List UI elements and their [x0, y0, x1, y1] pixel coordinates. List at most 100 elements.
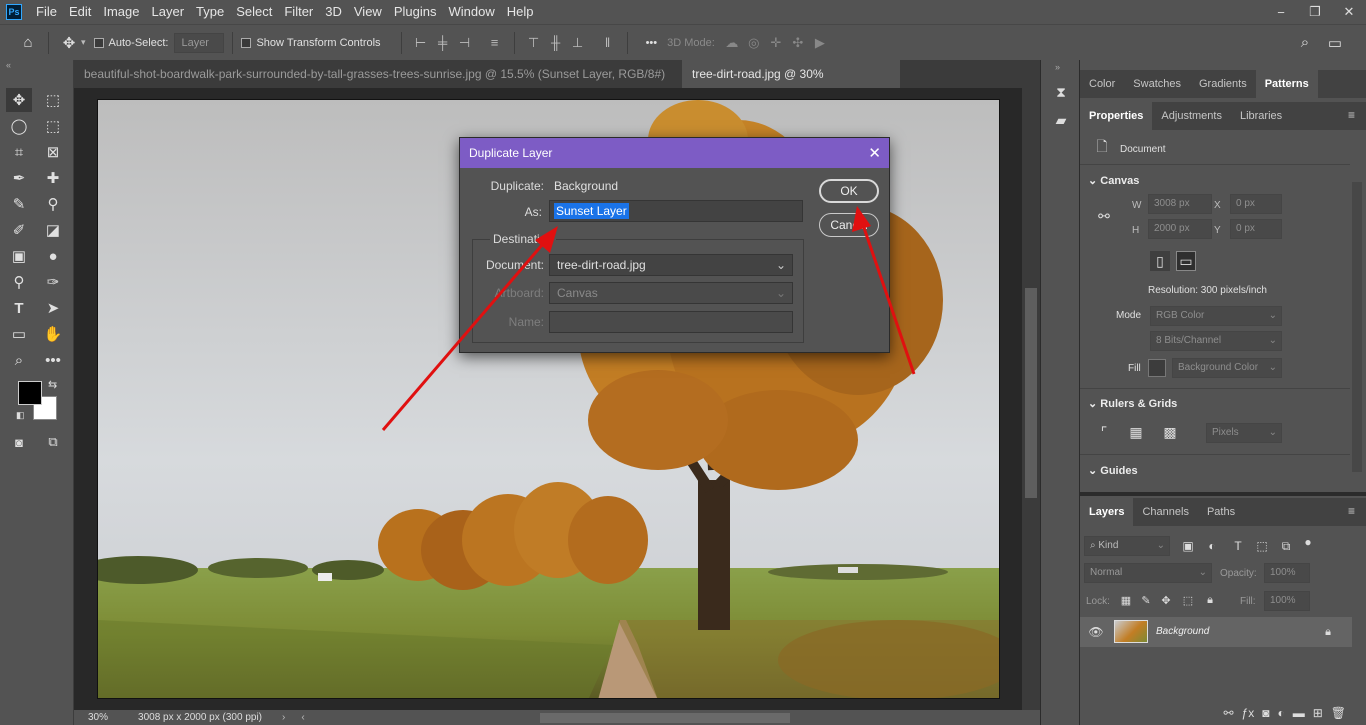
fill-opacity-field[interactable]: 100% [1264, 591, 1310, 611]
tab-boardwalk-document[interactable]: beautiful-shot-boardwalk-park-surrounded… [74, 60, 682, 109]
filter-pixel-icon[interactable]: ▣ [1178, 536, 1198, 556]
tab-color[interactable]: Color [1080, 70, 1124, 98]
distribute-vertical-icon[interactable]: ‖ [597, 32, 619, 54]
width-field[interactable]: 3008 px [1148, 194, 1212, 214]
adjustment-layer-icon[interactable]: ◐ [1277, 706, 1284, 720]
horizontal-scroll-thumb[interactable] [540, 713, 790, 723]
default-colors-icon[interactable]: ◧ [16, 410, 25, 421]
ruler-units-dropdown[interactable]: Pixels ⌄ [1206, 423, 1282, 443]
healing-brush-tool-icon[interactable]: ✚ [40, 166, 66, 190]
tab-libraries[interactable]: Libraries [1231, 102, 1291, 130]
home-icon[interactable]: ⌂ [16, 31, 40, 55]
menu-3d[interactable]: 3D [319, 0, 348, 24]
more-tools-icon[interactable]: ••• [40, 348, 66, 372]
tab-swatches[interactable]: Swatches [1124, 70, 1190, 98]
close-dialog-icon[interactable]: ✕ [868, 144, 881, 162]
landscape-orientation-icon[interactable]: ▭ [1176, 251, 1196, 271]
path-select-tool-icon[interactable]: ➤ [40, 296, 66, 320]
new-layer-icon[interactable]: ⊞ [1313, 706, 1323, 720]
filter-adjustment-icon[interactable]: ◐ [1202, 536, 1222, 556]
lock-all-icon[interactable]: 🔒︎ [1200, 590, 1220, 610]
frame-tool-icon[interactable]: ⊠ [40, 140, 66, 164]
tab-gradients[interactable]: Gradients [1190, 70, 1256, 98]
align-bottom-icon[interactable]: ⊥ [567, 32, 589, 54]
zoom-level[interactable]: 30% [74, 712, 118, 723]
filter-shape-icon[interactable]: ⬚ [1252, 536, 1272, 556]
portrait-orientation-icon[interactable]: ▯ [1150, 251, 1170, 271]
blend-mode-dropdown[interactable]: Normal ⌄ [1084, 563, 1212, 583]
menu-view[interactable]: View [348, 0, 388, 24]
clone-stamp-tool-icon[interactable]: ⚲ [40, 192, 66, 216]
new-group-icon[interactable]: ▬ [1293, 706, 1305, 720]
chevron-left-icon[interactable]: ‹ [285, 712, 304, 723]
move-tool-icon[interactable]: ✥ [6, 88, 32, 112]
swap-colors-icon[interactable]: ⇆ [48, 378, 57, 391]
layer-style-icon[interactable]: ƒx [1242, 706, 1255, 720]
delete-layer-icon[interactable]: 🗑︎ [1331, 706, 1346, 720]
bits-dropdown[interactable]: 8 Bits/Channel ⌄ [1150, 331, 1282, 351]
distribute-icon[interactable]: ≡ [484, 32, 506, 54]
lock-artboard-icon[interactable]: ⬚ [1178, 590, 1198, 610]
chevron-down-icon[interactable]: ▾ [81, 37, 86, 48]
menu-layer[interactable]: Layer [146, 0, 191, 24]
dodge-tool-icon[interactable]: ⚲ [6, 270, 32, 294]
lock-transparent-icon[interactable]: ▦ [1116, 590, 1136, 610]
panel-menu-icon[interactable]: ≡ [1348, 108, 1355, 122]
as-name-input[interactable]: Sunset Layer [549, 200, 803, 222]
history-brush-tool-icon[interactable]: ✐ [6, 218, 32, 242]
layer-name[interactable]: Background [1156, 626, 1209, 637]
lasso-tool-icon[interactable]: ◯ [6, 114, 32, 138]
filter-type-icon[interactable]: T [1228, 536, 1248, 556]
link-layers-icon[interactable]: ⚯ [1223, 706, 1233, 720]
screen-mode-icon[interactable]: ⧉ [40, 430, 66, 454]
zoom-tool-icon[interactable]: ⌕ [6, 348, 32, 372]
canvas-section-header[interactable]: ⌄ Canvas [1088, 174, 1139, 187]
tab-paths[interactable]: Paths [1198, 498, 1244, 526]
rulers-grids-section-header[interactable]: ⌄ Rulers & Grids [1088, 397, 1177, 410]
type-tool-icon[interactable]: T [6, 296, 32, 320]
opacity-field[interactable]: 100% [1264, 563, 1310, 583]
ok-button[interactable]: OK [819, 179, 879, 203]
fill-color-swatch[interactable] [1148, 359, 1166, 377]
eraser-tool-icon[interactable]: ◪ [40, 218, 66, 242]
crop-tool-icon[interactable]: ⌗ [6, 140, 32, 164]
scroll-thumb[interactable] [1025, 288, 1037, 498]
menu-edit[interactable]: Edit [63, 0, 97, 24]
more-options-button[interactable]: ••• [646, 37, 658, 49]
workspace-icon[interactable]: ▭ [1323, 31, 1347, 55]
pixel-grid-icon[interactable]: ▩ [1160, 422, 1180, 442]
collapse-dock-icon[interactable]: » [1055, 62, 1060, 72]
align-center-icon[interactable]: ╪ [432, 32, 454, 54]
link-icon[interactable]: ⚯ [1094, 206, 1114, 226]
menu-help[interactable]: Help [501, 0, 540, 24]
menu-select[interactable]: Select [230, 0, 278, 24]
hand-tool-icon[interactable]: ✋ [40, 322, 66, 346]
close-window-button[interactable]: ✕ [1332, 0, 1366, 24]
layer-mask-icon[interactable]: ◙ [1262, 706, 1269, 720]
align-left-icon[interactable]: ⊢ [410, 32, 432, 54]
height-field[interactable]: 2000 px [1148, 219, 1212, 239]
eyedropper-tool-icon[interactable]: ✒ [6, 166, 32, 190]
x-field[interactable]: 0 px [1230, 194, 1282, 214]
quick-mask-icon[interactable]: ◙ [6, 430, 32, 454]
layer-filter-kind[interactable]: ⌕ Kind ⌄ [1084, 536, 1170, 556]
layers-menu-icon[interactable]: ≡ [1348, 504, 1355, 518]
mode-dropdown[interactable]: RGB Color ⌄ [1150, 306, 1282, 326]
brush-tool-icon[interactable]: ✎ [6, 192, 32, 216]
auto-select-dropdown[interactable]: Layer [174, 32, 225, 53]
eye-visibility-icon[interactable]: 👁︎ [1086, 622, 1106, 642]
align-top-icon[interactable]: ⊤ [523, 32, 545, 54]
move-tool-icon[interactable]: ✥ [57, 31, 81, 55]
history-panel-icon[interactable]: ⧗ [1051, 82, 1071, 102]
menu-plugins[interactable]: Plugins [388, 0, 443, 24]
cancel-button[interactable]: Cancel [819, 213, 879, 237]
restore-button[interactable]: ❐ [1298, 0, 1332, 24]
menu-file[interactable]: File [30, 0, 63, 24]
tab-channels[interactable]: Channels [1133, 498, 1197, 526]
align-middle-icon[interactable]: ╫ [545, 32, 567, 54]
gradient-tool-icon[interactable]: ▣ [6, 244, 32, 268]
lock-position-icon[interactable]: ✥ [1156, 590, 1176, 610]
menu-filter[interactable]: Filter [278, 0, 319, 24]
lock-pixels-icon[interactable]: ✎ [1136, 590, 1156, 610]
tab-tree-dirt-road[interactable]: tree-dirt-road.jpg @ 30% (RGB/8#)× [682, 60, 900, 109]
